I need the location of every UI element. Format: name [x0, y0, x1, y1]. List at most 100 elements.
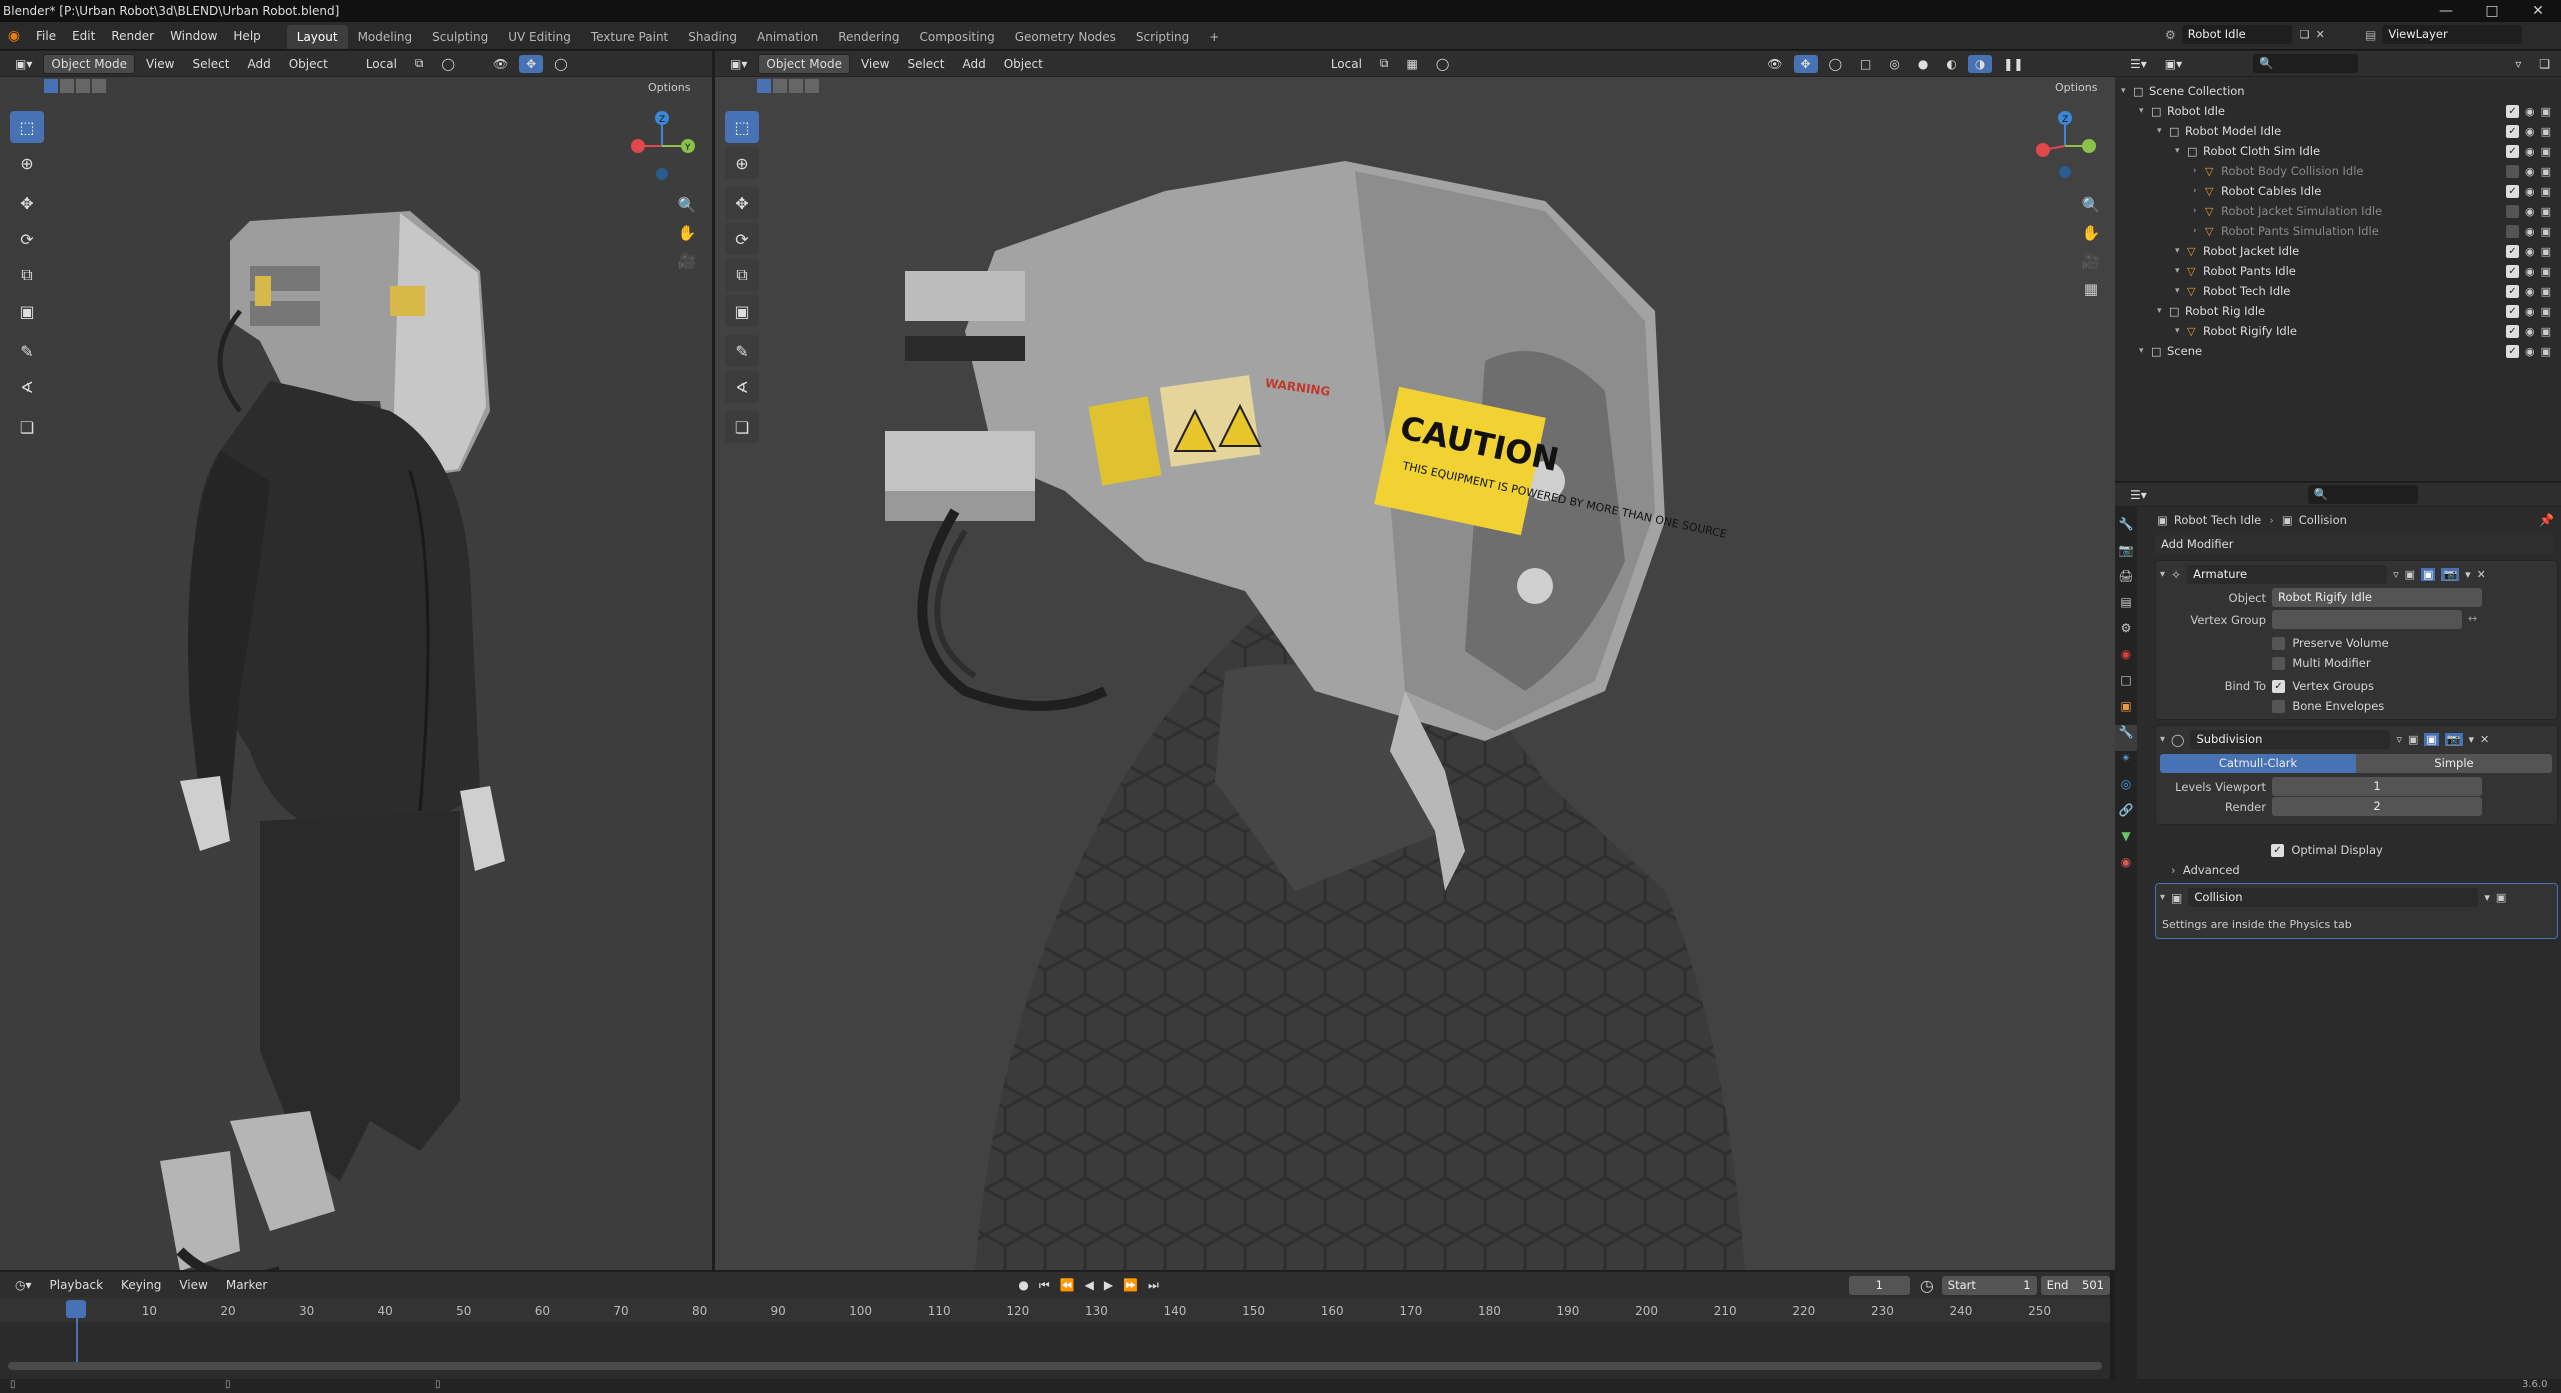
transform-tool-icon[interactable]: ▣: [10, 295, 44, 327]
preserve-volume-row[interactable]: Preserve Volume: [2272, 636, 2389, 650]
visibility-icon[interactable]: 👁: [1760, 55, 1789, 73]
exclude-checkbox[interactable]: [2505, 224, 2519, 238]
editor-type-icon[interactable]: ▣▾: [723, 55, 754, 73]
tab-texture-paint[interactable]: Texture Paint: [581, 25, 678, 49]
camera-render-icon[interactable]: ▣: [2541, 305, 2551, 318]
outliner-row[interactable]: › ▽ Robot Pants Simulation Idle ◉ ▣: [2115, 221, 2561, 241]
simple-button[interactable]: Simple: [2356, 754, 2552, 773]
eye-icon[interactable]: ◉: [2525, 225, 2535, 238]
viewport-main[interactable]: ▣▾ Object Mode View Select Add Object Lo…: [715, 51, 2115, 1270]
pan-hand-icon[interactable]: ✋: [673, 219, 701, 247]
levels-viewport-field[interactable]: 1: [2272, 777, 2482, 796]
exclude-checkbox[interactable]: ✓: [2505, 344, 2519, 358]
multi-modifier-row[interactable]: Multi Modifier: [2272, 656, 2371, 670]
armature-name-field[interactable]: Armature: [2187, 565, 2388, 584]
proportional-edit-icon[interactable]: ◯: [435, 55, 462, 73]
outliner-row[interactable]: ▾ □ Robot Cloth Sim Idle ✓ ◉ ▣: [2115, 141, 2561, 161]
overlay-icon[interactable]: ◯: [547, 55, 574, 73]
editmode-icon[interactable]: ▣: [2405, 568, 2415, 581]
camera-render-icon[interactable]: ▣: [2541, 265, 2551, 278]
expand-chevron-icon[interactable]: ▾: [2175, 266, 2180, 276]
viewport-left[interactable]: ▣▾ Object Mode View Select Add Object Lo…: [0, 51, 712, 1270]
expand-chevron-icon[interactable]: ▾: [2139, 346, 2144, 356]
add-modifier-dropdown[interactable]: Add Modifier: [2155, 535, 2555, 554]
outliner-row[interactable]: ▾ ▽ Robot Jacket Idle ✓ ◉ ▣: [2115, 241, 2561, 261]
exclude-checkbox[interactable]: ✓: [2505, 184, 2519, 198]
close-icon[interactable]: ✕: [2515, 0, 2561, 22]
tab-sculpting[interactable]: Sculpting: [422, 25, 498, 49]
select-box-tool-icon[interactable]: ⬚: [10, 111, 44, 143]
menu-edit[interactable]: Edit: [64, 22, 103, 50]
add-workspace-button[interactable]: +: [1199, 25, 1229, 49]
pan-hand-icon[interactable]: ✋: [2077, 219, 2105, 247]
render-toggle-icon[interactable]: 📷: [2441, 568, 2460, 581]
subdivision-name-field[interactable]: Subdivision: [2190, 730, 2391, 749]
proportional-edit-icon[interactable]: ◯: [1429, 55, 1456, 73]
vertex-group-field[interactable]: [2272, 610, 2462, 629]
armature-object-field[interactable]: Robot Rigify Idle: [2272, 588, 2482, 607]
menu-object[interactable]: Object: [282, 55, 335, 73]
exclude-checkbox[interactable]: ✓: [2505, 244, 2519, 258]
view-layer-selector[interactable]: ▤ ViewLayer: [2365, 25, 2523, 44]
filter-icon[interactable]: ▿: [2508, 55, 2528, 73]
outliner-row[interactable]: ▾ □ Robot Rig Idle ✓ ◉ ▣: [2115, 301, 2561, 321]
material-shading-icon[interactable]: ◐: [1939, 55, 1963, 73]
menu-view[interactable]: View: [139, 55, 181, 73]
eye-icon[interactable]: ◉: [2525, 305, 2535, 318]
dropdown-chevron-icon[interactable]: ▾: [2484, 891, 2490, 904]
render-levels-field[interactable]: 2: [2272, 797, 2482, 816]
camera-render-icon[interactable]: ▣: [2541, 245, 2551, 258]
invert-vertex-group-icon[interactable]: ↔: [2468, 612, 2477, 625]
exclude-checkbox[interactable]: ✓: [2505, 264, 2519, 278]
wireframe-shading-icon[interactable]: ◎: [1882, 55, 1906, 73]
expand-chevron-icon[interactable]: ▾: [2175, 326, 2180, 336]
minimize-icon[interactable]: —: [2423, 0, 2469, 22]
eye-icon[interactable]: ◉: [2525, 165, 2535, 178]
object-tab-icon[interactable]: ▣: [2115, 699, 2137, 725]
transform-tool-icon[interactable]: ▣: [725, 295, 759, 327]
scene-selector[interactable]: ⚙ Robot Idle ❏ ✕: [2165, 25, 2325, 44]
editor-type-icon[interactable]: ☰▾: [2123, 486, 2154, 504]
expand-chevron-icon[interactable]: ▾: [2121, 86, 2126, 96]
expand-chevron-icon[interactable]: ›: [2193, 186, 2197, 196]
outliner-row[interactable]: › ▽ Robot Cables Idle ✓ ◉ ▣: [2115, 181, 2561, 201]
eye-icon[interactable]: ◉: [2525, 245, 2535, 258]
exclude-checkbox[interactable]: ✓: [2505, 124, 2519, 138]
eye-icon[interactable]: ◉: [2525, 265, 2535, 278]
xray-icon[interactable]: □: [1853, 55, 1878, 73]
tab-modeling[interactable]: Modeling: [348, 25, 423, 49]
eye-icon[interactable]: ◉: [2525, 285, 2535, 298]
orientation-dropdown[interactable]: Local: [1324, 55, 1369, 73]
camera-icon[interactable]: 🎥: [2077, 247, 2105, 275]
mode-dropdown[interactable]: Object Mode: [758, 53, 850, 74]
menu-add[interactable]: Add: [240, 55, 277, 73]
eye-icon[interactable]: ◉: [2525, 205, 2535, 218]
zoom-icon[interactable]: 🔍: [2077, 191, 2105, 219]
edit-cage-icon[interactable]: ▿: [2393, 568, 2399, 581]
dropdown-chevron-icon[interactable]: ▾: [2469, 733, 2475, 746]
camera-render-icon[interactable]: ▣: [2541, 285, 2551, 298]
exclude-checkbox[interactable]: ✓: [2505, 144, 2519, 158]
tab-compositing[interactable]: Compositing: [909, 25, 1004, 49]
select-invert-icon[interactable]: [805, 79, 819, 93]
menu-window[interactable]: Window: [162, 22, 225, 50]
blender-logo-icon[interactable]: ◉: [0, 28, 28, 44]
select-new-icon[interactable]: [44, 79, 58, 93]
copy-icon[interactable]: ❏: [2300, 28, 2310, 41]
physics-tab-icon[interactable]: ◎: [2115, 777, 2137, 803]
modifier-tab-icon[interactable]: 🔧: [2115, 725, 2137, 751]
data-tab-icon[interactable]: ▼: [2115, 829, 2137, 855]
eye-icon[interactable]: ◉: [2525, 105, 2535, 118]
exclude-checkbox[interactable]: ✓: [2505, 304, 2519, 318]
camera-render-icon[interactable]: ▣: [2541, 225, 2551, 238]
camera-render-icon[interactable]: ▣: [2541, 105, 2551, 118]
outliner-row[interactable]: › ▽ Robot Jacket Simulation Idle ◉ ▣: [2115, 201, 2561, 221]
menu-help[interactable]: Help: [225, 22, 268, 50]
tab-shading[interactable]: Shading: [678, 25, 747, 49]
measure-tool-icon[interactable]: ∢: [10, 371, 44, 403]
move-tool-icon[interactable]: ✥: [10, 187, 44, 219]
pin-icon[interactable]: 📌: [2539, 513, 2554, 527]
zoom-icon[interactable]: 🔍: [673, 191, 701, 219]
tool-tab-icon[interactable]: 🔧: [2115, 517, 2137, 543]
rotate-tool-icon[interactable]: ⟳: [10, 223, 44, 255]
